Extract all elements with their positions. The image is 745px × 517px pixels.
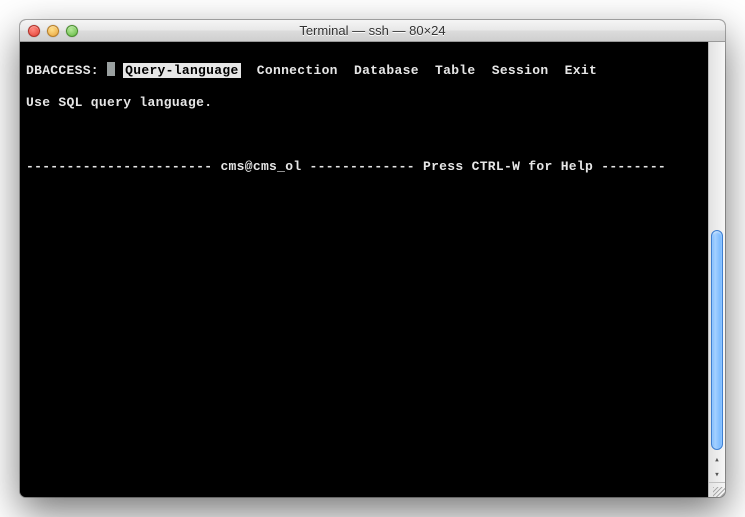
divider-mid: ------------- (301, 159, 423, 174)
minimize-icon[interactable] (47, 25, 59, 37)
cursor-block (107, 62, 115, 76)
menu-row: DBACCESS: Query-language Connection Data… (26, 62, 702, 79)
menu-item-session[interactable]: Session (492, 63, 549, 78)
menu-item-exit[interactable]: Exit (565, 63, 597, 78)
scroll-up-icon[interactable]: ▴ (710, 452, 725, 467)
scroll-down-icon[interactable]: ▾ (710, 467, 725, 482)
scrollbar[interactable]: ▴ ▾ (708, 42, 725, 497)
traffic-lights (20, 25, 78, 37)
menu-item-query-language[interactable]: Query-language (123, 63, 240, 78)
zoom-icon[interactable] (66, 25, 78, 37)
db-label: cms@cms_ol (220, 159, 301, 174)
menu-item-connection[interactable]: Connection (257, 63, 338, 78)
divider-left: ----------------------- (26, 159, 220, 174)
scrollbar-arrows: ▴ ▾ (710, 452, 725, 482)
scrollbar-thumb[interactable] (711, 230, 723, 450)
terminal-content[interactable]: DBACCESS: Query-language Connection Data… (20, 42, 708, 497)
prompt-label: DBACCESS: (26, 63, 99, 78)
status-row: ----------------------- cms@cms_ol -----… (26, 159, 702, 175)
scrollbar-track[interactable] (709, 42, 725, 452)
terminal-window: Terminal — ssh — 80×24 DBACCESS: Query-l… (20, 20, 725, 497)
resize-handle-icon[interactable] (709, 482, 726, 497)
help-label: Press CTRL-W for Help (423, 159, 593, 174)
menu-item-database[interactable]: Database (354, 63, 419, 78)
window-title: Terminal — ssh — 80×24 (20, 23, 725, 38)
hint-row: Use SQL query language. (26, 95, 702, 111)
menu-item-table[interactable]: Table (435, 63, 476, 78)
titlebar[interactable]: Terminal — ssh — 80×24 (20, 20, 725, 42)
close-icon[interactable] (28, 25, 40, 37)
divider-right: -------- (593, 159, 666, 174)
blank-row (26, 127, 702, 143)
terminal-body: DBACCESS: Query-language Connection Data… (20, 42, 725, 497)
